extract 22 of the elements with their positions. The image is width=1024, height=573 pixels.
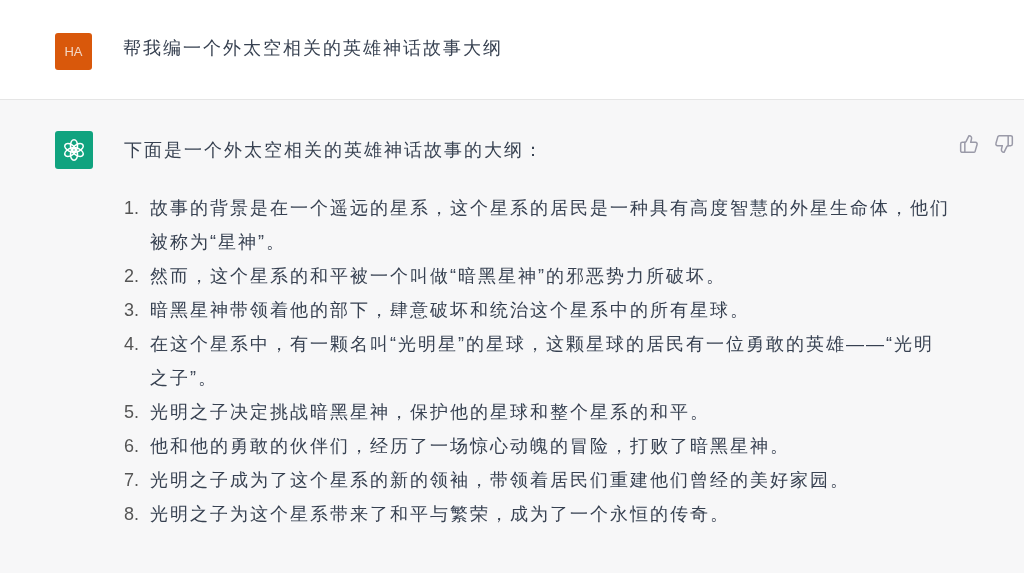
list-number: 5.	[124, 401, 140, 424]
thumbs-up-icon[interactable]	[959, 134, 979, 154]
list-item-text: 光明之子为这个星系带来了和平与繁荣，成为了一个永恒的传奇。	[150, 503, 731, 526]
list-number: 6.	[124, 435, 140, 458]
list-item-text: 光明之子决定挑战暗黑星神，保护他的星球和整个星系的和平。	[150, 401, 711, 424]
list-number: 7.	[124, 469, 140, 492]
list-item-text: 他和他的勇敢的伙伴们，经历了一场惊心动魄的冒险，打败了暗黑星神。	[150, 435, 791, 458]
assistant-intro: 下面是一个外太空相关的英雄神话故事的大纲：	[124, 139, 545, 162]
logo-icon	[61, 137, 87, 163]
list-number: 1.	[124, 197, 140, 220]
user-message: 帮我编一个外太空相关的英雄神话故事大纲	[123, 37, 503, 60]
list-item-text: 暗黑星神带领着他的部下，肆意破坏和统治这个星系中的所有星球。	[150, 299, 751, 322]
list-number: 3.	[124, 299, 140, 322]
user-avatar: HA	[55, 33, 92, 70]
list-number: 2.	[124, 265, 140, 288]
list-item-text: 故事的背景是在一个遥远的星系，这个星系的居民是一种具有高度智慧的外星生命体，他们被称为“星神”。	[150, 197, 950, 254]
list-item-text: 然而，这个星系的和平被一个叫做“暗黑星神”的邪恶势力所破坏。	[150, 265, 727, 288]
list-number: 8.	[124, 503, 140, 526]
list-item-text: 在这个星系中，有一颗名叫“光明星”的星球，这颗星球的居民有一位勇敢的英雄——“光明之子”。	[150, 333, 935, 390]
list-item-text: 光明之子成为了这个星系的新的领袖，带领着居民们重建他们曾经的美好家园。	[150, 469, 851, 492]
list-number: 4.	[124, 333, 140, 356]
thumbs-down-icon[interactable]	[994, 134, 1014, 154]
